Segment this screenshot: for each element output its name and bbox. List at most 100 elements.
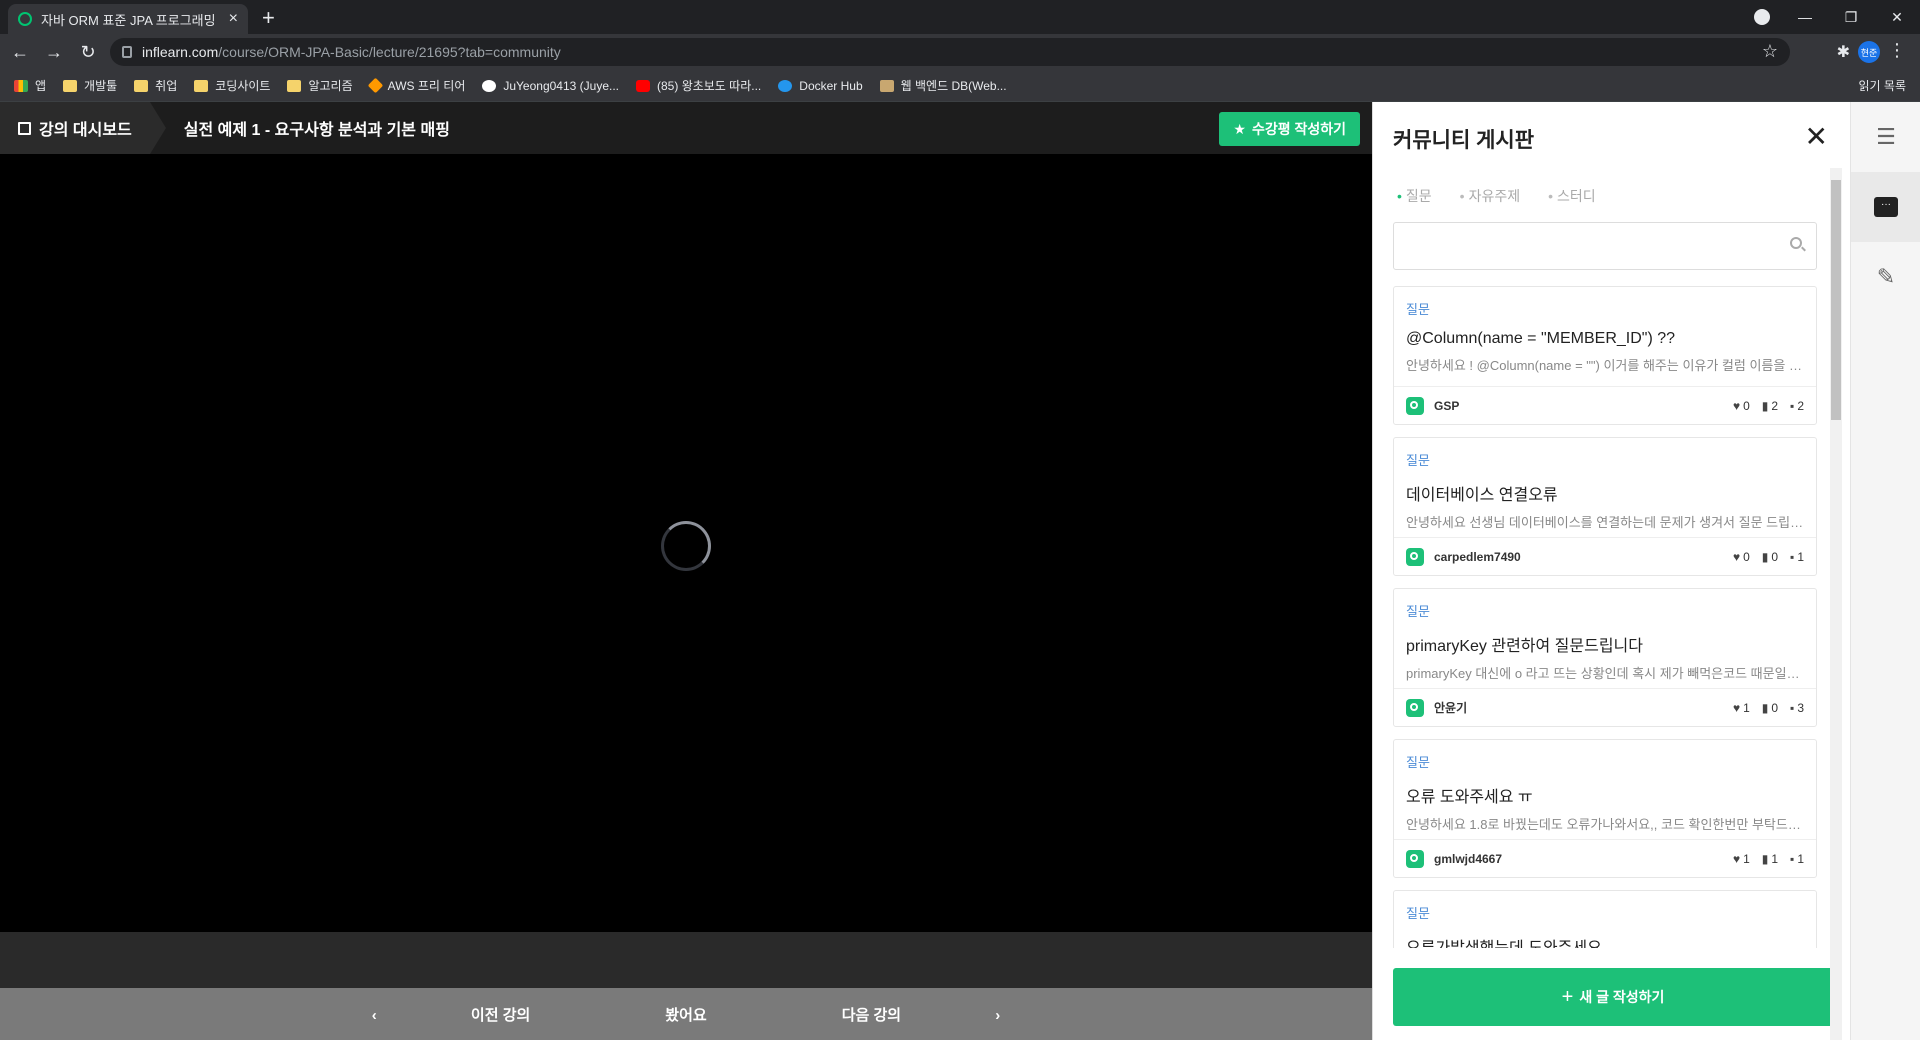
tab-free-topic[interactable]: • 자유주제 xyxy=(1460,186,1534,206)
dot-icon: • xyxy=(1459,188,1465,204)
curriculum-list-icon[interactable]: ☰ xyxy=(1851,102,1920,172)
lecture-title: 실전 예제 1 - 요구사항 분석과 기본 매핑 xyxy=(183,122,450,139)
bookmark-jobs[interactable]: 취업 xyxy=(134,77,177,94)
reload-icon[interactable]: ↻ xyxy=(74,42,102,63)
bookmark-devtools[interactable]: 개발툴 xyxy=(63,77,117,94)
apps-icon xyxy=(14,79,28,92)
notes-icon[interactable]: ✎ xyxy=(1851,242,1920,312)
browser-tab[interactable]: 자바 ORM 표준 JPA 프로그래밍 × xyxy=(8,4,248,34)
write-review-button[interactable]: ★ 수강평 작성하기 xyxy=(1219,112,1360,146)
bookmark-algorithms[interactable]: 알고리즘 xyxy=(287,77,353,94)
post-card[interactable]: 질문 오류 도와주세요 ㅠ 안녕하세요 1.8로 바꿨는데도 오류가나와서요,,… xyxy=(1393,739,1817,878)
lecture-footer: ‹ 이전 강의 봤어요 다음 강의 › xyxy=(0,988,1372,1040)
bookmark-docker-hub[interactable]: Docker Hub xyxy=(778,79,863,93)
forward-icon[interactable]: → xyxy=(40,42,68,63)
lock-icon[interactable] xyxy=(122,46,132,58)
next-lecture-button[interactable]: 다음 강의 › xyxy=(797,1004,1046,1025)
heart-icon: ♥ xyxy=(1732,851,1741,866)
like-count: ♥ 1 xyxy=(1732,851,1750,866)
search-icon[interactable] xyxy=(1790,237,1802,249)
lecture-header: 강의 대시보드 실전 예제 1 - 요구사항 분석과 기본 매핑 ★ 수강평 작… xyxy=(0,102,1372,154)
panel-title: 커뮤니티 게시판 xyxy=(1393,129,1535,152)
dashboard-label: 강의 대시보드 xyxy=(39,122,132,139)
aws-icon xyxy=(367,77,383,94)
restore-icon[interactable]: ❐ xyxy=(1828,9,1874,26)
video-player[interactable] xyxy=(0,154,1372,932)
new-post-button[interactable]: + 새 글 작성하기 xyxy=(1393,968,1833,1026)
comment-icon: ▪ xyxy=(1790,700,1795,715)
bookmark-apps[interactable]: 앱 xyxy=(14,77,46,94)
post-meta: gmlwjd4667 ♥ 1 ▮ 1 ▪ 1 xyxy=(1394,839,1816,877)
bookmark-github[interactable]: JuYeong0413 (Juye... xyxy=(482,79,619,93)
web-icon xyxy=(879,79,894,92)
community-chat-icon[interactable]: ··· xyxy=(1851,172,1920,242)
post-author: gmlwjd4667 xyxy=(1434,851,1503,866)
bookmark-web-backend[interactable]: 웹 백엔드 DB(Web... xyxy=(879,77,1007,94)
post-type: 질문 xyxy=(1406,453,1430,468)
close-window-icon[interactable]: ✕ xyxy=(1874,9,1920,26)
post-meta: carpedlem7490 ♥ 0 ▮ 0 ▪ 1 xyxy=(1394,537,1816,575)
right-icon-rail: ☰ ··· ✎ xyxy=(1850,102,1920,1040)
post-card[interactable]: 질문 @Column(name = "MEMBER_ID") ?? 안녕하세요 … xyxy=(1393,286,1817,425)
bookmark-coding-sites[interactable]: 코딩사이트 xyxy=(194,77,270,94)
bookmark-youtube[interactable]: (85) 왕초보도 따라... xyxy=(636,77,761,94)
reading-list[interactable]: 읽기 목록 xyxy=(1859,77,1907,94)
bookmark-aws[interactable]: AWS 프리 티어 xyxy=(367,77,465,94)
avatar xyxy=(1406,698,1424,717)
dashboard-link[interactable]: 강의 대시보드 xyxy=(0,102,166,154)
chrome-menu-icon[interactable]: ⋮ xyxy=(1888,40,1906,61)
bookmark-icon: ▮ xyxy=(1761,398,1769,413)
minimize-icon[interactable]: — xyxy=(1782,9,1828,25)
profile-avatar[interactable]: 현준 xyxy=(1858,41,1880,63)
avatar xyxy=(1406,849,1424,868)
scrollbar-thumb[interactable] xyxy=(1831,180,1841,420)
comment-icon: ▪ xyxy=(1790,549,1795,564)
new-tab-button[interactable]: + xyxy=(262,5,275,31)
dot-icon: • xyxy=(1397,188,1402,204)
post-title: 오류가발생했는데 도와주세요 xyxy=(1406,934,1804,948)
close-icon[interactable]: ✕ xyxy=(1805,120,1828,153)
address-bar[interactable]: inflearn.com /course/ORM-JPA-Basic/lectu… xyxy=(110,38,1790,66)
post-list: 질문 @Column(name = "MEMBER_ID") ?? 안녕하세요 … xyxy=(1393,286,1817,948)
comment-count: ▪ 2 xyxy=(1790,398,1804,413)
post-type: 질문 xyxy=(1406,906,1430,921)
tab-title: 자바 ORM 표준 JPA 프로그래밍 xyxy=(41,12,216,28)
folder-icon xyxy=(134,79,149,92)
tab-search-icon[interactable] xyxy=(1754,9,1770,25)
external-link-icon xyxy=(18,121,31,135)
post-card[interactable]: 질문 primaryKey 관련하여 질문드립니다 primaryKey 대신에… xyxy=(1393,588,1817,727)
prev-lecture-button[interactable]: ‹ 이전 강의 xyxy=(327,1004,576,1025)
tab-study[interactable]: • 스터디 xyxy=(1548,186,1610,206)
search-input[interactable] xyxy=(1393,222,1817,270)
dot-icon: • xyxy=(1548,188,1554,204)
star-icon: ★ xyxy=(1233,120,1246,137)
scrollbar[interactable] xyxy=(1830,168,1842,1040)
tab-questions[interactable]: • 질문 xyxy=(1397,186,1446,206)
post-preview: 안녕하세요 1.8로 바꿨는데도 오류가나와서요,, 코드 확인한번만 부탁드립… xyxy=(1406,817,1804,832)
chat-bubble-icon: ··· xyxy=(1874,197,1898,217)
avatar xyxy=(1406,547,1424,566)
github-icon xyxy=(482,79,497,92)
watched-button[interactable]: 봤어요 xyxy=(665,1004,706,1025)
back-icon[interactable]: ← xyxy=(6,42,34,63)
bookmark-count: ▮ 0 xyxy=(1761,549,1779,564)
post-title: @Column(name = "MEMBER_ID") ?? xyxy=(1406,330,1676,347)
post-card[interactable]: 질문 오류가발생했는데 도와주세요 xyxy=(1393,890,1817,948)
bookmark-count: ▮ 1 xyxy=(1761,851,1779,866)
folder-icon xyxy=(194,79,209,92)
tab-close-icon[interactable]: × xyxy=(229,10,238,28)
post-card[interactable]: 질문 데이터베이스 연결오류 안녕하세요 선생님 데이터베이스를 연결하는데 문… xyxy=(1393,437,1817,576)
heart-icon: ♥ xyxy=(1732,700,1741,715)
video-control-bar[interactable] xyxy=(0,932,1372,988)
inflearn-favicon-icon xyxy=(18,12,32,26)
post-type: 질문 xyxy=(1406,755,1430,770)
comment-icon: ▪ xyxy=(1790,851,1795,866)
post-title: 오류 도와주세요 ㅠ xyxy=(1406,789,1533,806)
bookmark-icon: ▮ xyxy=(1761,700,1769,715)
bookmark-star-icon[interactable]: ☆ xyxy=(1762,41,1778,62)
post-preview: primaryKey 대신에 o 라고 뜨는 상황인데 혹시 제가 빼먹은코드 … xyxy=(1406,666,1804,681)
extensions-icon[interactable]: ✱ xyxy=(1837,42,1850,62)
like-count: ♥ 0 xyxy=(1732,549,1750,564)
like-count: ♥ 1 xyxy=(1732,700,1750,715)
comment-count: ▪ 1 xyxy=(1790,851,1804,866)
